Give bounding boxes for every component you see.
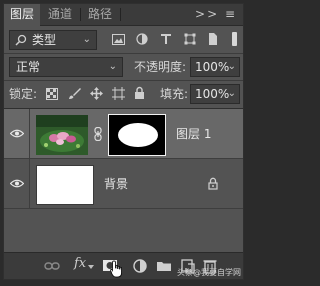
divider [4, 80, 243, 81]
link-layers-icon[interactable] [44, 258, 60, 274]
visibility-toggle[interactable] [4, 159, 30, 208]
chevron-down-icon: ⌄ [227, 88, 236, 99]
filter-row: 类型 ⌄ [4, 29, 243, 51]
divider [4, 53, 243, 54]
opacity-label: 不透明度: [134, 60, 187, 74]
fill-input[interactable]: 100% ⌄ [190, 84, 240, 104]
layer-thumbnail-image [36, 165, 94, 205]
layers-panel: 图层 通道 路径 >> ≡ 类型 ⌄ 正常 ⌄ 不透明度: 100% ⌄ 锁定:… [3, 3, 244, 280]
panel-tab-bar: 图层 通道 路径 >> ≡ [4, 4, 243, 26]
tab-channels[interactable]: 通道 [42, 4, 78, 25]
blend-mode-value: 正常 [16, 60, 41, 74]
adjustment-filter-icon[interactable] [136, 33, 148, 45]
lock-icon [208, 177, 218, 190]
filter-toggle-switch[interactable] [232, 32, 237, 46]
lock-artboard-icon[interactable] [112, 87, 125, 100]
layers-bottom-bar: fx 头条@我要自学网 [4, 252, 243, 279]
tab-divider [80, 8, 81, 21]
tab-paths[interactable]: 路径 [82, 4, 118, 25]
layer-name[interactable]: 图层 1 [176, 126, 211, 142]
image-filter-icon[interactable] [112, 34, 125, 45]
opacity-input[interactable]: 100% ⌄ [190, 57, 240, 77]
chevron-down-icon: ⌄ [82, 34, 91, 45]
adjustment-layer-icon[interactable] [132, 258, 148, 274]
tab-divider [120, 8, 121, 21]
opacity-value: 100% [195, 60, 230, 74]
lock-all-icon[interactable] [134, 86, 145, 100]
layer-row-background[interactable]: 背景 [4, 159, 243, 209]
visibility-toggle[interactable] [4, 109, 30, 158]
chevron-down-icon: ⌄ [227, 61, 236, 72]
panel-menu-button[interactable]: >> ≡ [195, 4, 237, 25]
lock-transparent-pixels-icon[interactable] [46, 88, 58, 100]
hand-cursor-icon [110, 260, 122, 278]
chevron-down-icon: ⌄ [108, 61, 117, 72]
fill-value: 100% [195, 87, 230, 101]
lock-row: 锁定: 填充: 100% ⌄ [4, 83, 243, 105]
eye-icon[interactable] [10, 179, 24, 188]
new-group-folder-icon[interactable] [156, 258, 172, 274]
eye-icon[interactable] [10, 129, 24, 138]
layer-name[interactable]: 背景 [104, 176, 128, 192]
smart-object-filter-icon[interactable] [208, 32, 218, 46]
filter-kind-label: 类型 [32, 33, 57, 47]
lock-position-move-icon[interactable] [90, 87, 103, 100]
layer-row-layer-1[interactable]: 图层 1 [4, 109, 243, 159]
type-filter-icon[interactable] [160, 33, 172, 45]
add-layer-style-button[interactable]: fx [74, 256, 86, 271]
layer-thumbnail-image [36, 115, 88, 155]
search-icon [15, 34, 27, 46]
filter-kind-select[interactable]: 类型 ⌄ [9, 30, 97, 50]
lock-label: 锁定: [9, 87, 38, 101]
lock-image-pixels-brush-icon[interactable] [68, 87, 81, 100]
watermark-text: 头条@我要自学网 [177, 268, 241, 277]
shape-filter-icon[interactable] [184, 33, 196, 45]
blend-row: 正常 ⌄ 不透明度: 100% ⌄ [4, 56, 243, 78]
layer-mask-thumbnail[interactable] [108, 114, 166, 156]
tab-layers[interactable]: 图层 [4, 4, 40, 26]
link-mask-icon[interactable] [93, 127, 103, 141]
chevron-down-icon [88, 265, 94, 269]
blend-mode-select[interactable]: 正常 ⌄ [9, 57, 123, 77]
fill-label: 填充: [160, 87, 189, 101]
